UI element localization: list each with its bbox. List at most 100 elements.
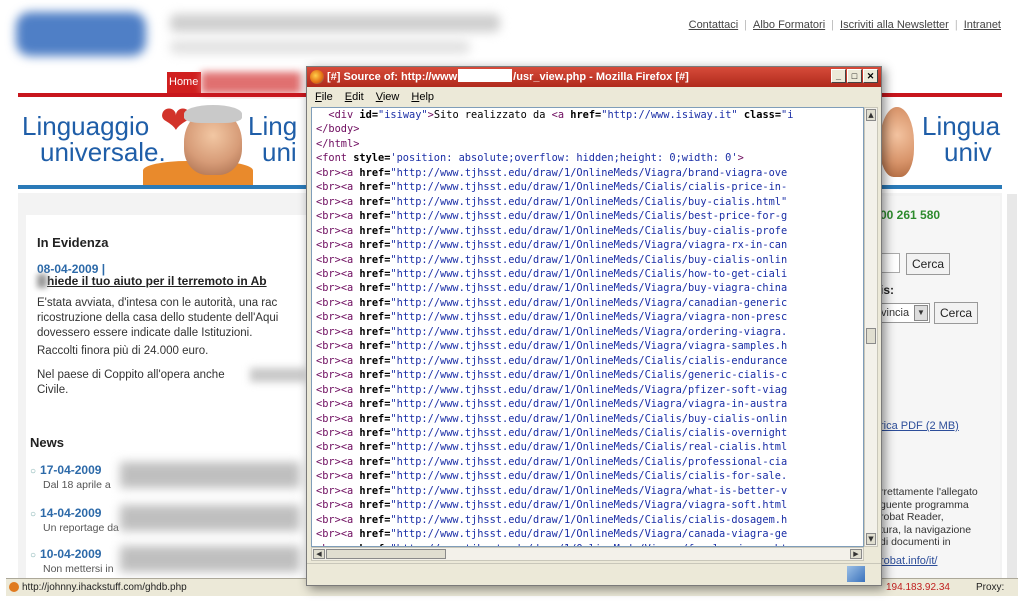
- source-code-line: <br><a href="http://www.tjhsst.edu/draw/…: [316, 181, 788, 194]
- featured-headline-link[interactable]: hiede il tuo aiuto per il terremoto in A…: [47, 274, 267, 288]
- banner-mid-line2: uni: [262, 137, 297, 167]
- scroll-right-icon[interactable]: ▶: [850, 549, 862, 559]
- province-select[interactable]: vincia ▼: [878, 303, 930, 323]
- banner-right-line2: univ: [944, 137, 992, 167]
- info-line: tura, la navigazione: [880, 523, 972, 536]
- paragraph-line: dovessero essere indicate dalle Istituzi…: [37, 327, 253, 339]
- status-icon: [9, 582, 19, 592]
- select-value: vincia: [881, 307, 910, 319]
- news-item[interactable]: ○ 17-04-2009 Dal 18 aprile a: [30, 463, 111, 491]
- news-item[interactable]: ○ 10-04-2009 Non mettersi in: [30, 547, 114, 575]
- newsletter-link[interactable]: Iscriviti alla Newsletter: [840, 19, 949, 31]
- source-code-line: <br><a href="http://www.tjhsst.edu/draw/…: [316, 311, 788, 324]
- source-code-line: <br><a href="http://www.tjhsst.edu/draw/…: [316, 267, 788, 280]
- horizontal-scrollbar[interactable]: ◀ ▶: [311, 547, 864, 561]
- filter-label: is:: [880, 283, 895, 297]
- hscroll-thumb[interactable]: [326, 549, 446, 559]
- banner-left-line2: universale.: [40, 137, 166, 167]
- info-line: rrettamente l'allegato: [880, 486, 978, 498]
- news-title-redacted: [120, 462, 300, 488]
- news-date[interactable]: 17-04-2009: [40, 463, 101, 477]
- info-line: guente programma: [880, 498, 969, 511]
- news-title-redacted: [120, 546, 300, 572]
- banner-text-left: Linguaggio universale.: [22, 113, 166, 165]
- title-redacted: [458, 69, 513, 82]
- scroll-thumb[interactable]: [866, 328, 876, 344]
- site-subtitle-redacted: [170, 40, 470, 54]
- window-titlebar[interactable]: [#] Source of: http://www/usr_view.php -…: [307, 67, 881, 87]
- source-code-line: <br><a href="http://www.tjhsst.edu/draw/…: [316, 239, 788, 252]
- banner-right-line1: Lingua: [922, 111, 1001, 141]
- info-line: robat Reader,: [880, 511, 944, 523]
- site-logo[interactable]: [16, 12, 146, 56]
- source-code-line: <br><a href="http://www.tjhsst.edu/draw/…: [316, 455, 788, 468]
- acrobat-link[interactable]: robat.info/it/: [880, 555, 937, 567]
- person2-face-image: [880, 107, 914, 177]
- browser-scrollbar[interactable]: [1007, 194, 1017, 584]
- vertical-scrollbar[interactable]: ▲ ▼: [864, 107, 878, 547]
- trainers-link[interactable]: Albo Formatori: [753, 19, 825, 31]
- source-code-line: <br><a href="http://www.tjhsst.edu/draw/…: [316, 195, 788, 208]
- paragraph-line: ricostruzione della casa dello studente …: [37, 312, 279, 324]
- bullet-icon: ○: [30, 550, 37, 561]
- pdf-download-link[interactable]: rica PDF (2 MB): [880, 420, 959, 432]
- close-icon[interactable]: ✕: [863, 69, 878, 83]
- source-code-view[interactable]: <div id="isiway">Sito realizzato da <a h…: [311, 107, 864, 547]
- source-code-line: <br><a href="http://www.tjhsst.edu/draw/…: [316, 528, 788, 541]
- menu-help[interactable]: Help: [411, 88, 434, 106]
- news-summary: Un reportage da: [43, 522, 119, 534]
- menu-bar: File Edit View Help: [307, 88, 881, 106]
- scroll-up-icon[interactable]: ▲: [866, 109, 876, 121]
- scroll-down-icon[interactable]: ▼: [866, 533, 876, 545]
- source-code-line: <br><a href="http://www.tjhsst.edu/draw/…: [316, 412, 788, 425]
- source-code-line: <br><a href="http://www.tjhsst.edu/draw/…: [316, 166, 788, 179]
- minimize-icon[interactable]: _: [831, 69, 846, 83]
- source-code-line: <br><a href="http://www.tjhsst.edu/draw/…: [316, 398, 788, 411]
- separator: |: [954, 19, 958, 31]
- source-code-line: <br><a href="http://www.tjhsst.edu/draw/…: [316, 383, 788, 396]
- headline-redacted: [37, 274, 47, 288]
- window-status-bar: [307, 563, 881, 585]
- banner-mid-line1: Ling: [248, 111, 298, 141]
- nav-home-tab[interactable]: Home: [167, 72, 201, 94]
- paragraph-line: E'stata avviata, d'intesa con le autorit…: [37, 297, 278, 309]
- banner-left-line1: Linguaggio: [22, 111, 150, 141]
- intranet-link[interactable]: Intranet: [964, 19, 1001, 31]
- news-title-redacted: [120, 505, 300, 531]
- contact-link[interactable]: Contattaci: [689, 19, 739, 31]
- source-code-line: <br><a href="http://www.tjhsst.edu/draw/…: [316, 224, 788, 237]
- source-code-line: <br><a href="http://www.tjhsst.edu/draw/…: [316, 325, 788, 338]
- maximize-icon[interactable]: □: [847, 69, 862, 83]
- coppito-redacted: [250, 368, 306, 382]
- person-hair: [184, 105, 242, 123]
- banner-text-right: Lingua univ: [922, 113, 1000, 165]
- raised-text: Raccolti finora più di 24.000 euro.: [37, 345, 209, 357]
- coppito-line2: Civile.: [37, 384, 69, 396]
- top-links: Contattaci | Albo Formatori | Iscriviti alla…: [689, 19, 1001, 31]
- source-code-line: </body>: [316, 123, 360, 136]
- menu-edit[interactable]: Edit: [345, 88, 364, 106]
- bullet-icon: ○: [30, 466, 37, 477]
- source-code-line: <font style='position: absolute;overflow…: [316, 152, 744, 165]
- scroll-left-icon[interactable]: ◀: [313, 549, 325, 559]
- phone-number: 00 261 580: [880, 208, 941, 222]
- news-heading: News: [30, 435, 64, 450]
- menu-view[interactable]: View: [376, 88, 400, 106]
- window-title-suffix: /usr_view.php - Mozilla Firefox [#]: [513, 71, 689, 83]
- view-source-window[interactable]: [#] Source of: http://www/usr_view.php -…: [306, 66, 882, 586]
- nav-tabs-redacted: [201, 72, 301, 94]
- news-date[interactable]: 10-04-2009: [40, 547, 101, 561]
- menu-file[interactable]: File: [315, 88, 333, 106]
- source-code-line: <br><a href="http://www.tjhsst.edu/draw/…: [316, 484, 788, 497]
- resize-grip-icon[interactable]: [847, 566, 865, 582]
- news-item[interactable]: ○ 14-04-2009 Un reportage da: [30, 506, 119, 534]
- source-code-line: <br><a href="http://www.tjhsst.edu/draw/…: [316, 340, 788, 353]
- filter-search-button[interactable]: Cerca: [934, 302, 978, 324]
- status-url: http://johnny.ihackstuff.com/ghdb.php: [22, 582, 187, 593]
- source-code-line: <br><a href="http://www.tjhsst.edu/draw/…: [316, 282, 788, 295]
- news-date[interactable]: 14-04-2009: [40, 506, 101, 520]
- search-button[interactable]: Cerca: [906, 253, 950, 275]
- source-code-line: <br><a href="http://www.tjhsst.edu/draw/…: [316, 513, 788, 526]
- source-code-line: <br><a href="http://www.tjhsst.edu/draw/…: [316, 369, 788, 382]
- dropdown-arrow-icon[interactable]: ▼: [914, 305, 928, 321]
